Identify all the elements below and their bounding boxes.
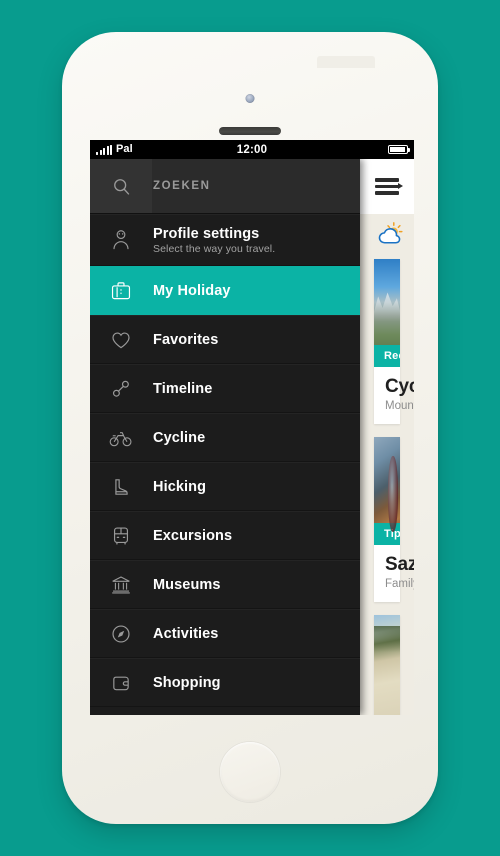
- sidebar-item-label: Timeline: [153, 380, 213, 397]
- card-subtitle: Family restaurant: [385, 578, 414, 590]
- earpiece-speaker: [219, 127, 281, 135]
- status-bar-clock: 12:00: [236, 143, 268, 156]
- sidebar-item-text: Shopping: [152, 675, 221, 691]
- card-title: Sazerac: [385, 554, 414, 575]
- search-input[interactable]: ZOEKEN: [152, 180, 211, 192]
- sidebar-item-text: Profile settings Select the way you trav…: [152, 226, 275, 255]
- hamburger-menu-icon[interactable]: [375, 175, 403, 198]
- sidebar-item-text: Activities: [152, 626, 218, 642]
- search-bar[interactable]: ZOEKEN: [90, 159, 360, 214]
- sidebar-item-cycline[interactable]: Cycline: [90, 413, 360, 462]
- status-bar: Pal 12:00: [90, 140, 414, 159]
- home-button[interactable]: [220, 742, 280, 802]
- card-body: Cycling Mountain route: [374, 367, 414, 424]
- sidebar-item-label: My Holiday: [153, 282, 231, 299]
- card-body: Sazerac Family restaurant: [374, 545, 414, 602]
- sidebar-item-label: Shopping: [153, 674, 221, 691]
- bus-icon: [90, 525, 152, 547]
- sidebar-item-text: Cycline: [152, 430, 205, 446]
- timeline-icon: [90, 378, 152, 400]
- sidebar-item-profile-settings[interactable]: Profile settings Select the way you trav…: [90, 214, 360, 266]
- sidebar-item-label: Favorites: [153, 331, 219, 348]
- person-icon: [90, 229, 152, 251]
- museum-icon: [90, 574, 152, 596]
- list-item[interactable]: Tips of the day Sazerac Family restauran…: [374, 437, 414, 602]
- sidebar-item-label: Hicking: [153, 478, 207, 495]
- sidebar-item-hicking[interactable]: Hicking: [90, 462, 360, 511]
- status-badge: Recommended: [374, 345, 400, 367]
- front-camera-icon: [245, 94, 255, 103]
- hamburger-line: [375, 191, 399, 195]
- boot-icon: [90, 476, 152, 498]
- bicycle-icon: [90, 428, 152, 448]
- sidebar-item-label: Excursions: [153, 527, 233, 544]
- sidebar-item-label: Cycline: [153, 429, 206, 446]
- heart-icon: [90, 330, 152, 350]
- sun-behind-cloud-icon[interactable]: [376, 221, 406, 252]
- beach-photo: [374, 615, 400, 715]
- sidebar-item-text: Museums: [152, 577, 221, 593]
- sidebar-item-activities[interactable]: Activities: [90, 609, 360, 658]
- mountain-photo: Recommended: [374, 259, 400, 367]
- sidebar-item-text: My Holiday: [152, 283, 231, 299]
- sidebar-item-shopping[interactable]: Shopping: [90, 658, 360, 707]
- sidebar-item-label: Activities: [153, 625, 219, 642]
- sidebar-item-favorites[interactable]: Favorites: [90, 315, 360, 364]
- list-item[interactable]: Recommended Cycling Mountain route: [374, 259, 414, 424]
- list-item[interactable]: [374, 615, 400, 715]
- card-subtitle: Mountain route: [385, 400, 414, 412]
- content-panel: Recommended Cycling Mountain route Tips …: [360, 159, 414, 715]
- card-list: Recommended Cycling Mountain route Tips …: [360, 259, 414, 715]
- phone-top-nub: [317, 56, 375, 68]
- sidebar-item-label: Museums: [153, 576, 221, 593]
- search-icon[interactable]: [90, 159, 152, 213]
- sidebar-item-text: Favorites: [152, 332, 218, 348]
- sidebar-item-sublabel: Select the way you travel.: [153, 242, 276, 255]
- card-title: Cycling: [385, 376, 414, 397]
- phone-device: Pal 12:00 ZOEKEN Profile settings Select…: [62, 32, 438, 824]
- phone-screen: Pal 12:00 ZOEKEN Profile settings Select…: [90, 140, 414, 715]
- sidebar-item-text: Hicking: [152, 479, 206, 495]
- drawer-menu: Profile settings Select the way you trav…: [90, 214, 360, 715]
- suitcase-icon: [90, 280, 152, 302]
- sidebar-item-excursions[interactable]: Excursions: [90, 511, 360, 560]
- dinner-photo: Tips of the day: [374, 437, 400, 545]
- app-body: ZOEKEN Profile settings Select the way y…: [90, 159, 414, 715]
- hamburger-line-arrow: [375, 183, 403, 189]
- sidebar-item-museums[interactable]: Museums: [90, 560, 360, 609]
- compass-icon: [90, 623, 152, 645]
- sidebar-item-text: Excursions: [152, 528, 232, 544]
- hamburger-line: [375, 178, 399, 182]
- battery-icon: [388, 144, 410, 155]
- navigation-drawer: ZOEKEN Profile settings Select the way y…: [90, 159, 360, 715]
- weather-bar: [360, 214, 414, 259]
- status-bar-right: [388, 144, 410, 155]
- sidebar-item-timeline[interactable]: Timeline: [90, 364, 360, 413]
- status-badge: Tips of the day: [374, 523, 400, 545]
- wallet-icon: [90, 673, 152, 693]
- sidebar-item-text: Timeline: [152, 381, 212, 397]
- sidebar-item-label: Profile settings: [153, 225, 260, 242]
- sidebar-item-my-holiday[interactable]: My Holiday: [90, 266, 360, 315]
- content-header: [360, 159, 414, 214]
